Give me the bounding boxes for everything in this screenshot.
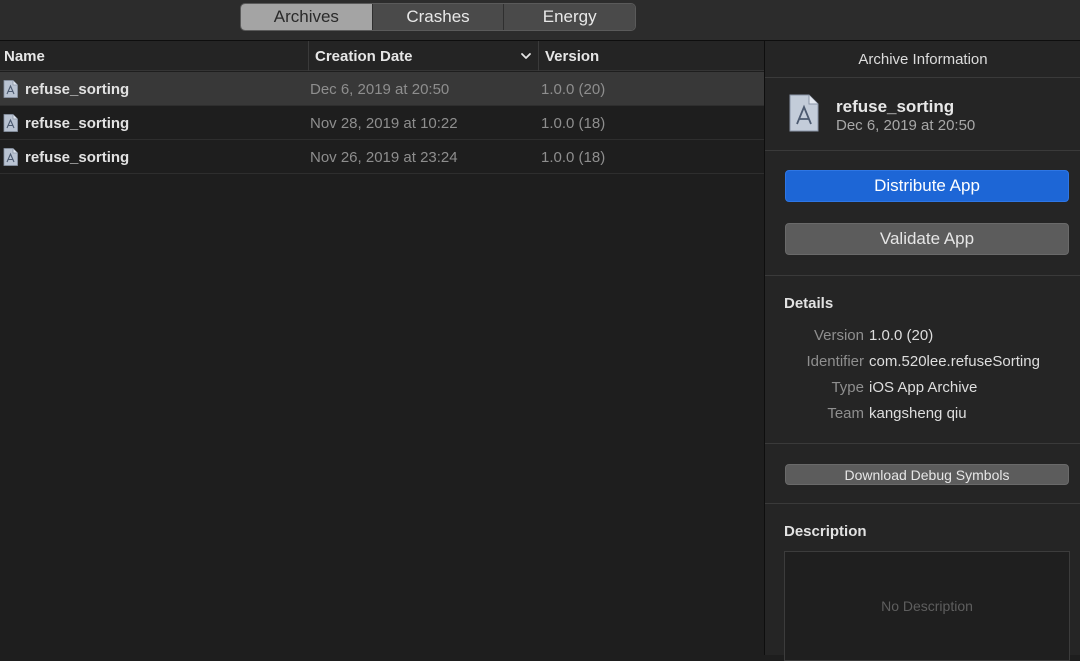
table-row[interactable]: refuse_sorting Nov 28, 2019 at 10:22 1.0… — [0, 106, 764, 140]
description-placeholder: No Description — [881, 598, 973, 614]
divider — [765, 503, 1080, 504]
archive-rows: refuse_sorting Dec 6, 2019 at 20:50 1.0.… — [0, 72, 764, 174]
archive-name: refuse_sorting — [25, 148, 130, 166]
table-row[interactable]: refuse_sorting Nov 26, 2019 at 23:24 1.0… — [0, 140, 764, 174]
column-header-name[interactable]: Name — [4, 41, 304, 71]
detail-value: iOS App Archive — [869, 379, 978, 396]
archive-date: Dec 6, 2019 at 20:50 — [310, 80, 450, 98]
chevron-down-icon[interactable] — [520, 50, 532, 62]
column-header-creation-date-label: Creation Date — [315, 47, 413, 65]
divider — [765, 443, 1080, 444]
archive-type-segmented-control: Archives Crashes Energy — [240, 3, 636, 31]
archive-file-icon — [3, 80, 18, 98]
inspector-title: Archive Information — [765, 41, 1080, 78]
detail-row-team: Team kangsheng qiu — [765, 405, 1080, 425]
archive-file-icon — [3, 114, 18, 132]
archive-version: 1.0.0 (18) — [541, 148, 606, 166]
download-debug-symbols-button[interactable]: Download Debug Symbols — [785, 464, 1069, 485]
detail-key: Version — [813, 327, 864, 344]
archive-summary-name: refuse_sorting — [836, 97, 955, 116]
archive-summary-date: Dec 6, 2019 at 20:50 — [836, 117, 976, 134]
detail-row-type: Type iOS App Archive — [765, 379, 1080, 399]
distribute-app-button[interactable]: Distribute App — [785, 170, 1069, 202]
archive-name: refuse_sorting — [25, 114, 130, 132]
tab-crashes[interactable]: Crashes — [371, 4, 504, 30]
archive-summary: refuse_sorting Dec 6, 2019 at 20:50 — [765, 79, 1080, 151]
archive-version: 1.0.0 (20) — [541, 80, 606, 98]
column-header-creation-date[interactable]: Creation Date — [308, 41, 538, 71]
detail-value: 1.0.0 (20) — [869, 327, 934, 344]
details-section-title: Details — [784, 295, 834, 312]
archive-inspector: Archive Information refuse_sorting Dec 6… — [764, 41, 1080, 661]
column-header-version[interactable]: Version — [538, 41, 764, 71]
detail-value: kangsheng qiu — [869, 405, 967, 422]
table-row[interactable]: refuse_sorting Dec 6, 2019 at 20:50 1.0.… — [0, 72, 764, 106]
archive-file-icon — [789, 94, 819, 132]
tab-energy[interactable]: Energy — [503, 4, 635, 30]
description-section-title: Description — [784, 523, 867, 540]
detail-row-version: Version 1.0.0 (20) — [765, 327, 1080, 347]
validate-app-button[interactable]: Validate App — [785, 223, 1069, 255]
detail-key: Type — [831, 379, 864, 396]
archive-date: Nov 28, 2019 at 10:22 — [310, 114, 458, 132]
tab-archives[interactable]: Archives — [241, 4, 372, 30]
toolbar: Archives Crashes Energy — [0, 0, 1080, 41]
description-field[interactable]: No Description — [784, 551, 1070, 661]
archive-file-icon — [3, 148, 18, 166]
archives-list: Name Creation Date Version refuse_sortin… — [0, 41, 764, 655]
archive-version: 1.0.0 (18) — [541, 114, 606, 132]
detail-key: Identifier — [806, 353, 864, 370]
detail-value: com.520lee.refuseSorting — [869, 353, 1040, 370]
detail-row-identifier: Identifier com.520lee.refuseSorting — [765, 353, 1080, 373]
archive-name: refuse_sorting — [25, 80, 130, 98]
archive-date: Nov 26, 2019 at 23:24 — [310, 148, 458, 166]
detail-key: Team — [827, 405, 864, 422]
divider — [765, 275, 1080, 276]
list-header: Name Creation Date Version — [0, 41, 764, 71]
